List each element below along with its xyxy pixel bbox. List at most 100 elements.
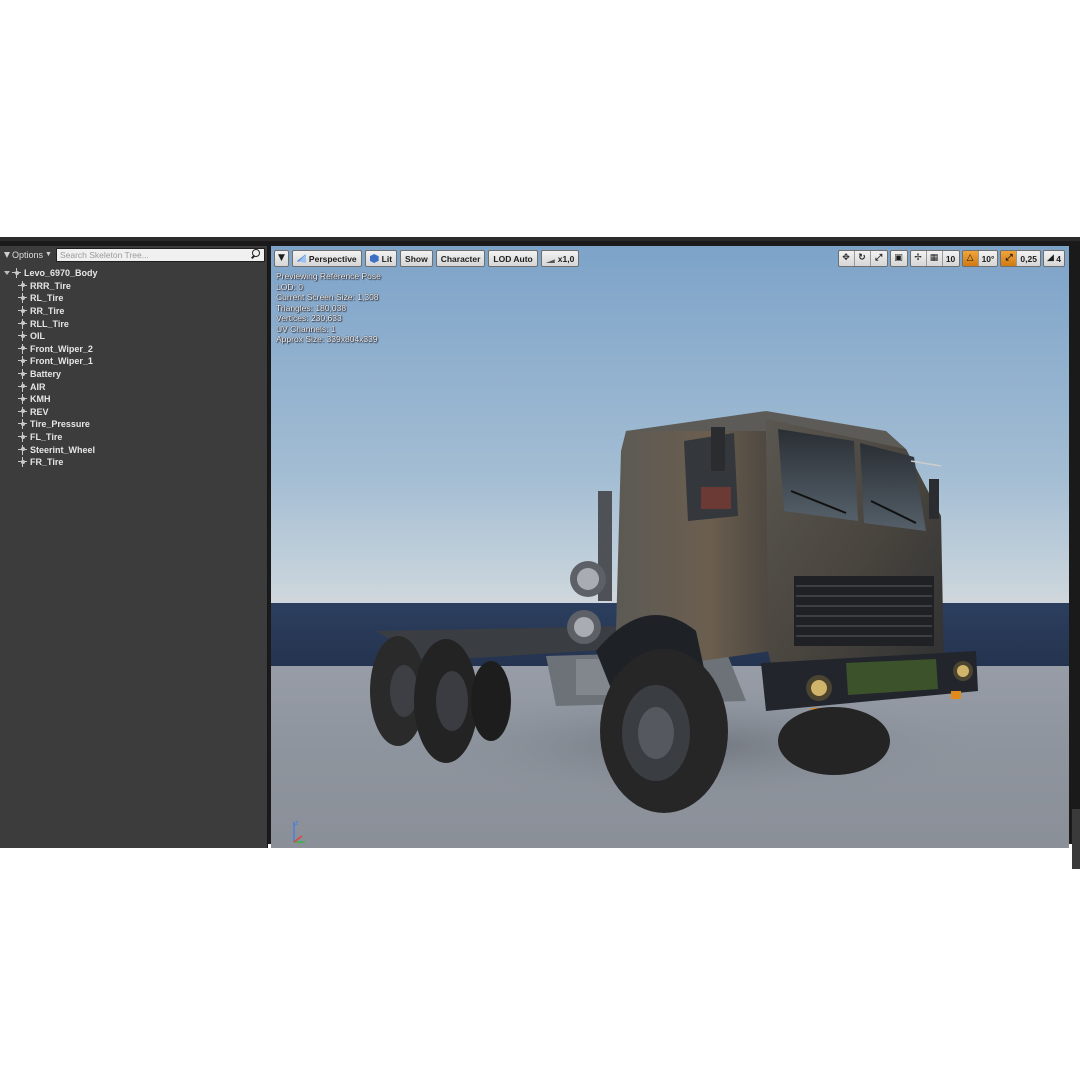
truck-model [370, 411, 986, 813]
options-button[interactable]: Options ▼ [2, 247, 54, 262]
viewport-transform-toolbar: ✥ ↻ ⤢ ▣ ✢ ▦ 10 △ 10° ⤢ 0,25 ◢ 4 [837, 250, 1065, 267]
bone-label: FR_Tire [30, 457, 64, 468]
grid-snap-toggle[interactable]: ▦ [926, 251, 943, 266]
bone-icon [18, 369, 27, 380]
preview-viewport[interactable]: ▼ Perspective Lit Show Character LOD Aut… [271, 246, 1069, 848]
tree-item-bone[interactable]: Front_Wiper_2 [0, 343, 267, 356]
transform-mode-group: ✥ ↻ ⤢ [837, 250, 888, 267]
tree-item-bone[interactable]: FR_Tire [0, 456, 267, 469]
scale-icon: ⤢ [874, 253, 883, 263]
bone-icon [18, 356, 27, 367]
info-line: UV Channels: 1 [276, 323, 336, 334]
search-icon[interactable] [250, 249, 261, 260]
bone-label: Front_Wiper_2 [30, 343, 93, 354]
tree-item-root-bone[interactable]: Levo_6970_Body [0, 267, 267, 280]
viewport-toolbar: ▼ Perspective Lit Show Character LOD Aut… [274, 250, 580, 267]
chevron-down-icon: ▼ [45, 251, 52, 258]
camera-speed-value: 4 [1056, 253, 1061, 264]
bone-label: RLL_Tire [30, 318, 69, 329]
camera-speed-button[interactable]: ◢ 4 [1043, 251, 1064, 266]
grid-snap-value[interactable]: 10 [942, 251, 959, 266]
bone-label: Steerint_Wheel [30, 444, 96, 455]
tree-item-bone[interactable]: AIR [0, 380, 267, 393]
tree-item-bone[interactable]: REV [0, 406, 267, 419]
tree-item-bone[interactable]: Steerint_Wheel [0, 443, 267, 456]
bone-label: RRR_Tire [30, 280, 71, 291]
playback-speed-button[interactable]: x1,0 [540, 250, 580, 267]
filter-icon [4, 251, 10, 258]
tree-item-bone[interactable]: Front_Wiper_1 [0, 355, 267, 368]
expand-arrow-icon[interactable] [4, 271, 10, 276]
viewport-options-menu-button[interactable]: ▼ [274, 250, 289, 267]
search-skeleton-field[interactable] [55, 247, 265, 262]
show-button[interactable]: Show [400, 250, 433, 267]
mirror-right [929, 479, 939, 519]
tree-item-bone[interactable]: RL_Tire [0, 292, 267, 305]
bone-label: AIR [30, 381, 46, 392]
tree-item-bone[interactable]: RRR_Tire [0, 280, 267, 293]
world-local-toggle-button[interactable]: ▣ [890, 251, 907, 266]
bone-label: Tire_Pressure [30, 419, 90, 430]
windshield-left [778, 429, 858, 521]
skeleton-tree-panel: Options ▼ Levo_6970_Body RRR_Tire RL_Tire… [0, 246, 268, 848]
axis-gizmo-icon: z [293, 820, 305, 843]
search-input[interactable] [59, 249, 250, 260]
windshield-right [860, 443, 926, 531]
lit-sphere-icon [369, 254, 379, 263]
bone-icon [18, 444, 27, 455]
coordinate-space-group: ▣ [889, 250, 908, 267]
info-line: Vertices: 230,633 [276, 313, 342, 323]
bone-label: RL_Tire [30, 293, 64, 304]
bone-icon [12, 268, 21, 279]
bone-label: OIL [30, 331, 45, 342]
bone-label: Levo_6970_Body [24, 268, 98, 279]
snap-icon: ✢ [914, 253, 922, 263]
rotation-snap-group: △ 10° [961, 250, 999, 267]
scale-snap-value[interactable]: 0,25 [1017, 251, 1040, 266]
tree-item-bone[interactable]: Battery [0, 368, 267, 381]
tree-item-bone[interactable]: FL_Tire [0, 431, 267, 444]
svg-text:z: z [295, 820, 299, 827]
chevron-down-icon: ▼ [278, 253, 285, 263]
rotation-snap-toggle[interactable]: △ [962, 251, 979, 266]
bone-icon [18, 331, 27, 342]
rotate-tool-button[interactable]: ↻ [854, 251, 871, 266]
bone-icon [18, 432, 27, 443]
tree-item-bone[interactable]: OIL [0, 330, 267, 343]
bone-label: FL_Tire [30, 432, 63, 443]
viewport-scrollbar[interactable] [1072, 809, 1080, 869]
bone-label: RR_Tire [30, 306, 65, 317]
move-arrows-icon: ✥ [842, 253, 850, 263]
lod-button[interactable]: LOD Auto [488, 250, 538, 267]
bone-icon [18, 280, 27, 291]
bone-icon [18, 406, 27, 417]
perspective-button[interactable]: Perspective [291, 250, 362, 267]
scale-snap-toggle[interactable]: ⤢ [1001, 251, 1018, 266]
lod-label: LOD Auto [493, 253, 533, 264]
camera-icon: ◢ [1046, 253, 1054, 263]
surface-snap-button[interactable]: ✢ [910, 251, 927, 266]
skeleton-tree: Levo_6970_Body RRR_Tire RL_Tire RR_Tire RLL… [0, 263, 267, 469]
grid-snap-group: ✢ ▦ 10 [909, 250, 960, 267]
character-label: Character [440, 253, 481, 264]
translate-tool-button[interactable]: ✥ [838, 251, 855, 266]
bone-icon [18, 343, 27, 354]
perspective-label: Perspective [308, 253, 357, 264]
tree-item-bone[interactable]: KMH [0, 393, 267, 406]
character-button[interactable]: Character [435, 250, 486, 267]
tree-item-bone[interactable]: RR_Tire [0, 305, 267, 318]
camera-speed-group: ◢ 4 [1042, 250, 1065, 267]
editor-window: Options ▼ Levo_6970_Body RRR_Tire RL_Tire… [0, 237, 1080, 869]
rotation-snap-value[interactable]: 10° [978, 251, 998, 266]
tree-item-bone[interactable]: Tire_Pressure [0, 418, 267, 431]
scale-tool-button[interactable]: ⤢ [870, 251, 887, 266]
mirror-left [711, 427, 725, 471]
scale-snap-group: ⤢ 0,25 [1000, 250, 1041, 267]
bone-label: REV [30, 406, 49, 417]
speed-label: x1,0 [557, 253, 575, 264]
info-line: Current Screen Size: 1,308 [276, 292, 379, 302]
scale-arrow-icon: ⤢ [1005, 253, 1013, 263]
rotate-icon: ↻ [858, 253, 866, 263]
tree-item-bone[interactable]: RLL_Tire [0, 317, 267, 330]
lit-view-mode-button[interactable]: Lit [364, 250, 398, 267]
